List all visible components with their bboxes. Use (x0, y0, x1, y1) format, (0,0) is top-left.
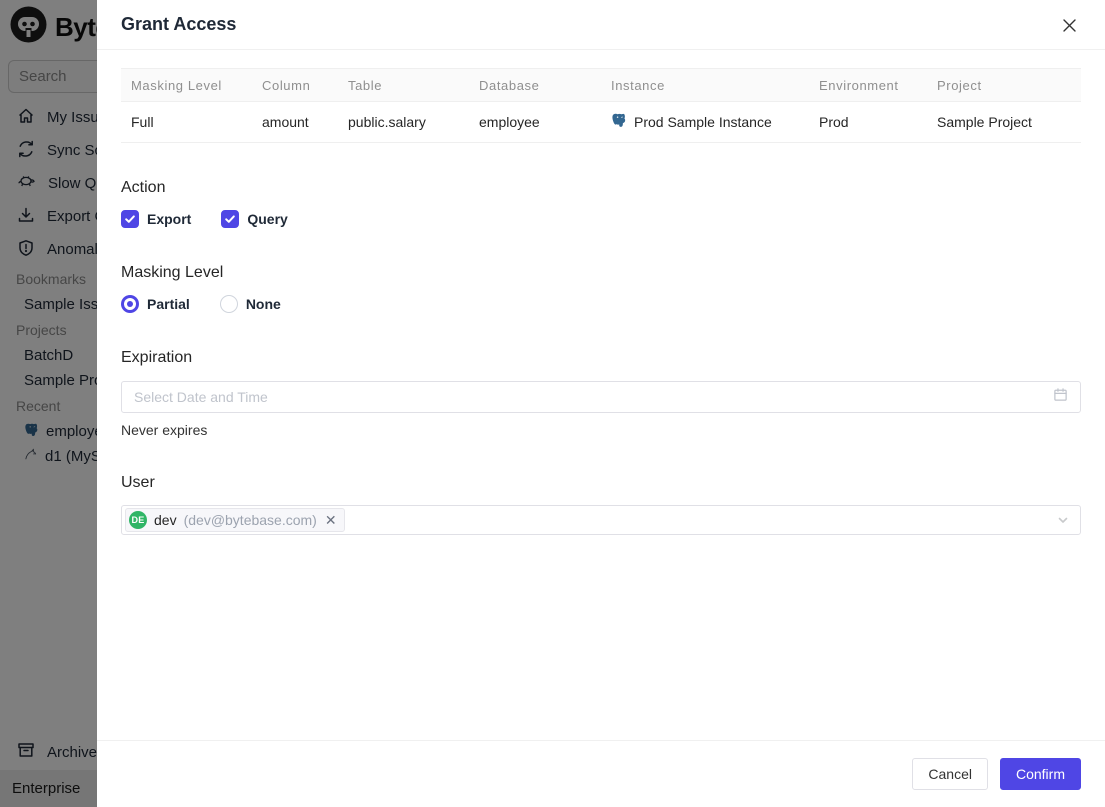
column-header: Project (937, 77, 982, 93)
radio-icon[interactable] (121, 295, 139, 313)
remove-user-icon[interactable]: ✕ (324, 513, 337, 527)
avatar: DE (129, 511, 147, 529)
column-header: Table (348, 77, 383, 93)
project-cell: Sample Project (937, 114, 1032, 130)
column-header: Database (479, 77, 540, 93)
none-radio[interactable]: None (219, 295, 281, 313)
database-cell: employee (479, 114, 540, 130)
expiration-hint: Never expires (121, 422, 208, 438)
column-header: Instance (611, 77, 665, 93)
radio-icon[interactable] (219, 295, 238, 313)
masking-level-options: Partial None (121, 295, 1081, 313)
environment-cell: Prod (819, 114, 849, 130)
checkbox-icon[interactable] (221, 210, 240, 228)
table-header-row: Masking Level Column Table Database Inst… (121, 69, 1081, 102)
postgresql-icon (611, 112, 628, 132)
user-heading: User (121, 474, 155, 491)
modal-title: Grant Access (121, 14, 237, 34)
grant-scope-table: Masking Level Column Table Database Inst… (121, 68, 1081, 143)
table-cell: public.salary (348, 114, 426, 130)
masking-level-heading: Masking Level (121, 264, 224, 281)
masking-level-cell: Full (131, 114, 154, 130)
modal-header: Grant Access (97, 0, 1105, 50)
table-row: Full amount public.salary employee Prod … (121, 102, 1081, 143)
modal-footer: Cancel Confirm (97, 740, 1105, 807)
column-header: Masking Level (131, 77, 222, 93)
calendar-icon[interactable] (1053, 387, 1068, 407)
user-email: (dev@bytebase.com) (183, 512, 317, 528)
grant-access-modal: Grant Access Masking Level Column Table … (97, 0, 1105, 807)
user-name: dev (154, 512, 177, 528)
export-checkbox[interactable]: Export (121, 210, 191, 228)
radio-label: Partial (147, 296, 190, 312)
chevron-down-icon[interactable] (1056, 513, 1070, 527)
close-icon[interactable] (1057, 13, 1081, 37)
action-heading: Action (121, 179, 166, 196)
selected-user-tag: DE dev (dev@bytebase.com) ✕ (125, 508, 345, 532)
action-options: Export Query (121, 210, 1081, 228)
column-header: Environment (819, 77, 899, 93)
cancel-button[interactable]: Cancel (912, 758, 988, 790)
confirm-button[interactable]: Confirm (999, 758, 1081, 790)
instance-cell: Prod Sample Instance (601, 102, 809, 142)
expiration-heading: Expiration (121, 349, 193, 366)
column-header: Column (262, 77, 311, 93)
expiration-date-input[interactable] (121, 381, 1081, 413)
query-checkbox[interactable]: Query (221, 210, 288, 228)
user-select[interactable]: DE dev (dev@bytebase.com) ✕ (121, 505, 1081, 535)
column-cell: amount (262, 114, 309, 130)
checkbox-label: Query (247, 211, 288, 227)
radio-label: None (245, 296, 281, 312)
checkbox-label: Export (147, 211, 192, 227)
checkbox-icon[interactable] (121, 210, 139, 228)
modal-body: Masking Level Column Table Database Inst… (97, 50, 1105, 740)
partial-radio[interactable]: Partial (121, 295, 190, 313)
instance-name: Prod Sample Instance (634, 114, 772, 130)
date-time-input[interactable] (134, 389, 1053, 405)
